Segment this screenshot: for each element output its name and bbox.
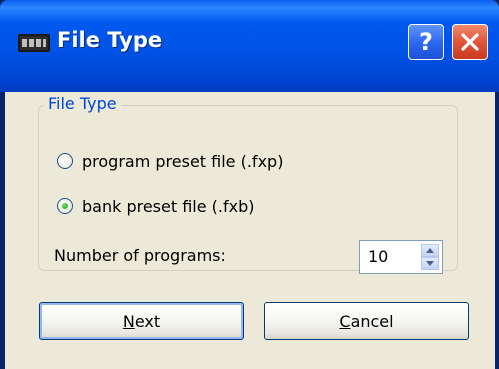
close-button[interactable]: [452, 24, 488, 60]
number-of-programs-label: Number of programs:: [54, 246, 226, 265]
radio-circle[interactable]: [57, 153, 73, 169]
window-title: File Type: [57, 28, 163, 52]
number-of-programs-spinbox[interactable]: 10: [359, 240, 443, 274]
next-button[interactable]: Next: [39, 302, 244, 340]
radio-program-preset[interactable]: program preset file (.fxp): [57, 149, 283, 173]
dialog-body: File Type program preset file (.fxp) ban…: [5, 92, 495, 369]
chevron-up-icon: [426, 248, 434, 253]
group-legend: File Type: [44, 94, 121, 113]
dialog-window: File Type ? File Type program preset fil…: [0, 0, 499, 369]
radio-label: bank preset file (.fxb): [82, 196, 255, 216]
file-type-group: File Type program preset file (.fxp) ban…: [38, 94, 458, 274]
spinbox-buttons: [421, 244, 439, 270]
next-button-label: Next: [122, 311, 161, 331]
spinbox-value[interactable]: 10: [368, 247, 388, 266]
cancel-button-label: Cancel: [339, 311, 394, 331]
help-button[interactable]: ?: [408, 24, 444, 60]
vst-plugin-icon: [18, 34, 50, 52]
chevron-down-icon: [426, 261, 434, 266]
spin-up-button[interactable]: [421, 244, 439, 257]
radio-selected-dot: [62, 203, 68, 209]
radio-bank-preset[interactable]: bank preset file (.fxb): [57, 194, 255, 218]
question-icon: ?: [419, 28, 433, 56]
radio-circle[interactable]: [57, 198, 73, 214]
spin-down-button[interactable]: [421, 257, 439, 270]
title-bar[interactable]: File Type ?: [0, 0, 499, 92]
radio-label: program preset file (.fxp): [82, 151, 284, 171]
cancel-button[interactable]: Cancel: [264, 302, 469, 340]
close-icon: [461, 33, 479, 51]
